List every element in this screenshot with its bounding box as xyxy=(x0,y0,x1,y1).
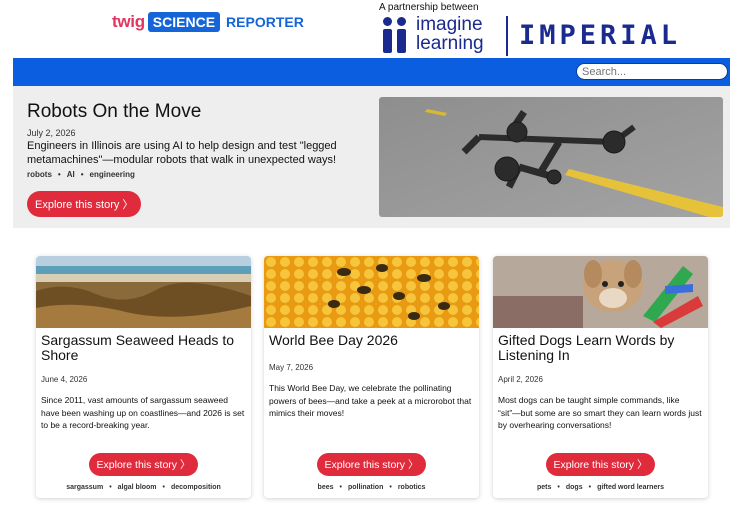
explore-story-button[interactable]: Explore this story 〉 xyxy=(316,453,427,476)
card-title[interactable]: Gifted Dogs Learn Words by Listening In xyxy=(498,333,703,363)
logo-reporter: REPORTER xyxy=(226,14,304,30)
card-summary: This World Bee Day, we celebrate the pol… xyxy=(269,383,472,418)
search-input[interactable] xyxy=(576,63,728,80)
featured-image-robot[interactable] xyxy=(379,97,723,217)
imagine-learning-mark-icon xyxy=(382,15,410,53)
card-image-bees[interactable] xyxy=(264,256,479,328)
partnership-label: A partnership between xyxy=(379,2,479,13)
card-tags: pets • dogs • gifted word learners xyxy=(537,484,664,491)
card-tags: bees • pollination • robotics xyxy=(317,484,426,491)
tag[interactable]: algal bloom xyxy=(118,484,157,491)
tag[interactable]: bees xyxy=(318,484,334,491)
featured-title[interactable]: Robots On the Move xyxy=(27,101,201,123)
story-card[interactable]: Sargassum Seaweed Heads to Shore June 4,… xyxy=(36,256,251,498)
card-summary: Since 2011, vast amounts of sargassum se… xyxy=(41,395,245,430)
explore-story-button[interactable]: Explore this story 〉 xyxy=(88,453,199,476)
card-date: April 2, 2026 xyxy=(498,375,543,384)
tag[interactable]: AI xyxy=(67,170,75,179)
card-title[interactable]: World Bee Day 2026 xyxy=(269,333,474,348)
site-logo[interactable]: twig SCIENCE REPORTER xyxy=(112,12,304,32)
featured-story: Robots On the Move July 2, 2026 Engineer… xyxy=(13,86,730,228)
tag[interactable]: sargassum xyxy=(66,484,103,491)
imagine-learning-logo: imagine learning xyxy=(382,15,484,53)
imagine-learning-word-2: learning xyxy=(416,33,484,54)
card-date: May 7, 2026 xyxy=(269,363,314,372)
card-summary: Most dogs can be taught simple commands,… xyxy=(498,395,702,430)
card-image-seaweed[interactable] xyxy=(36,256,251,328)
tag[interactable]: robotics xyxy=(398,484,426,491)
card-image-dog[interactable] xyxy=(493,256,708,328)
card-title[interactable]: Sargassum Seaweed Heads to Shore xyxy=(41,333,246,363)
imagine-learning-word-1: imagine xyxy=(416,14,483,35)
partner-divider xyxy=(506,16,508,56)
featured-tags: robots • AI • engineering xyxy=(27,170,135,179)
tag[interactable]: decomposition xyxy=(171,484,221,491)
card-tags: sargassum • algal bloom • decomposition xyxy=(66,484,221,491)
logo-twig: twig xyxy=(112,12,145,31)
nav-bar xyxy=(13,58,730,86)
logo-science: SCIENCE xyxy=(147,12,221,32)
imperial-logo: IMPERIAL xyxy=(519,20,682,51)
tag[interactable]: pets xyxy=(537,484,551,491)
tag[interactable]: dogs xyxy=(566,484,583,491)
site-header: twig SCIENCE REPORTER A partnership betw… xyxy=(0,0,730,58)
tag[interactable]: gifted word learners xyxy=(597,484,664,491)
featured-summary: Engineers in Illinois are using AI to he… xyxy=(27,140,337,166)
card-date: June 4, 2026 xyxy=(41,375,88,384)
story-card[interactable]: World Bee Day 2026 May 7, 2026 This Worl… xyxy=(264,256,479,498)
explore-story-button[interactable]: Explore this story 〉 xyxy=(27,191,142,217)
story-card[interactable]: Gifted Dogs Learn Words by Listening In … xyxy=(493,256,708,498)
explore-story-button[interactable]: Explore this story 〉 xyxy=(545,453,656,476)
tag[interactable]: pollination xyxy=(348,484,383,491)
tag[interactable]: engineering xyxy=(90,170,135,179)
tag[interactable]: robots xyxy=(27,170,52,179)
featured-date: July 2, 2026 xyxy=(27,128,76,138)
